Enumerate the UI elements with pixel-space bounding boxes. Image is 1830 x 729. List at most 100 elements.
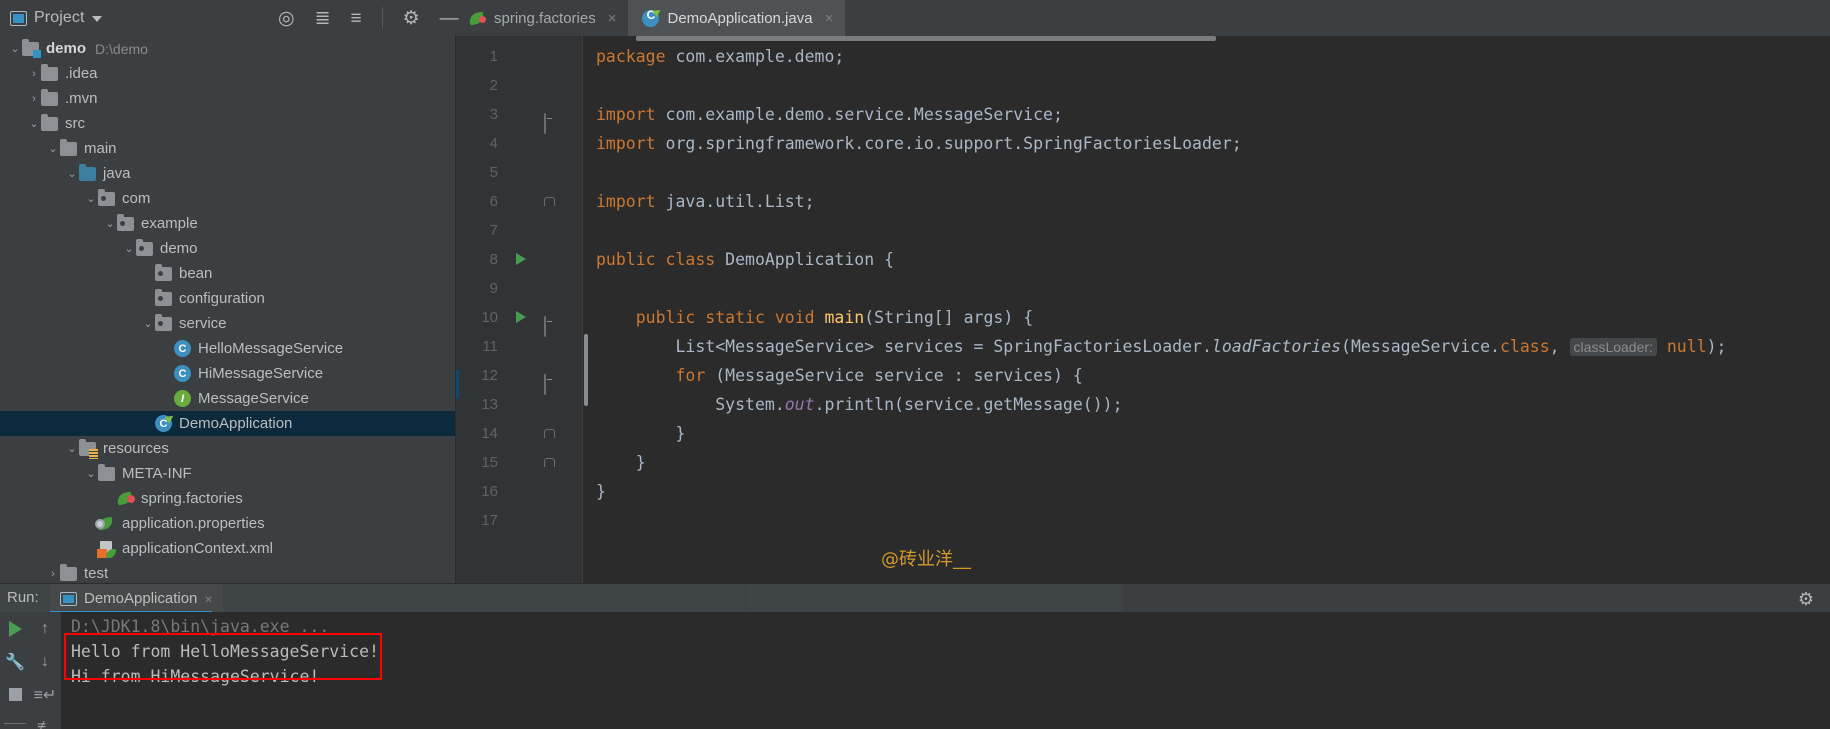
code-line[interactable]: 12 for (MessageService service : service…: [456, 361, 1830, 390]
editor-code-area[interactable]: 1package com.example.demo;23import com.e…: [456, 42, 1830, 583]
gear-icon[interactable]: ⚙: [1798, 589, 1814, 610]
close-icon[interactable]: ×: [204, 591, 212, 607]
stop-icon[interactable]: [0, 678, 30, 711]
fold-start-icon[interactable]: [544, 312, 556, 324]
tree-item-java[interactable]: ⌄java: [0, 161, 455, 186]
chevron-down-icon[interactable]: ⌄: [84, 467, 98, 480]
code-line[interactable]: 15 }: [456, 448, 1830, 477]
chevron-right-icon[interactable]: ›: [141, 293, 155, 305]
expand-all-icon[interactable]: ≣: [315, 9, 331, 28]
tree-item-application-properties[interactable]: ›application.properties: [0, 511, 455, 536]
run-label: Run:: [7, 589, 39, 606]
chevron-right-icon[interactable]: ›: [46, 568, 60, 580]
chevron-down-icon[interactable]: ⌄: [8, 42, 22, 55]
soft-wrap-icon[interactable]: ≡↵: [30, 678, 60, 711]
code-editor[interactable]: 1package com.example.demo;23import com.e…: [456, 36, 1830, 583]
tree-item-demo[interactable]: ⌄demoD:\demo: [0, 36, 455, 61]
chevron-right-icon[interactable]: ›: [160, 368, 174, 380]
editor-tab-spring-factories[interactable]: spring.factories ×: [455, 0, 628, 36]
spring-xml-icon: [98, 541, 115, 557]
tree-item-resources[interactable]: ⌄resources: [0, 436, 455, 461]
project-tree[interactable]: ⌄demoD:\demo›.idea›.mvn⌄src⌄main⌄java⌄co…: [0, 36, 455, 583]
chevron-down-icon[interactable]: ⌄: [84, 192, 98, 205]
gear-icon[interactable]: ⚙: [403, 9, 420, 28]
tree-item-bean[interactable]: ›bean: [0, 261, 455, 286]
code-line[interactable]: 7: [456, 216, 1830, 245]
code-line[interactable]: 16}: [456, 477, 1830, 506]
tree-item-src[interactable]: ⌄src: [0, 111, 455, 136]
tree-item-configuration[interactable]: ›configuration: [0, 286, 455, 311]
chevron-down-icon[interactable]: ⌄: [65, 167, 79, 180]
locate-icon[interactable]: ◎: [278, 9, 295, 28]
code-line[interactable]: 6import java.util.List;: [456, 187, 1830, 216]
rerun-icon[interactable]: [0, 612, 30, 645]
print-icon[interactable]: ≢: [30, 711, 60, 729]
tree-item-label: service: [179, 315, 227, 332]
run-tab-demoapplication[interactable]: DemoApplication ×: [50, 584, 223, 613]
run-gutter-icon[interactable]: [516, 253, 526, 265]
tree-item-hellomessageservice[interactable]: ›CHelloMessageService: [0, 336, 455, 361]
chevron-down-icon[interactable]: ⌄: [65, 442, 79, 455]
down-arrow-icon[interactable]: ↓: [30, 645, 60, 678]
tree-item-demo[interactable]: ⌄demo: [0, 236, 455, 261]
close-icon[interactable]: ×: [608, 10, 617, 27]
fold-end-icon[interactable]: [544, 197, 555, 206]
fold-end-icon[interactable]: [544, 429, 555, 438]
chevron-right-icon[interactable]: ›: [160, 393, 174, 405]
chevron-down-icon[interactable]: ⌄: [46, 142, 60, 155]
code-line[interactable]: 2: [456, 71, 1830, 100]
chevron-right-icon[interactable]: ›: [84, 543, 98, 555]
code-line[interactable]: 14 }: [456, 419, 1830, 448]
editor-tab-demoapplication[interactable]: DemoApplication.java ×: [628, 0, 845, 36]
code-line[interactable]: 3import com.example.demo.service.Message…: [456, 100, 1830, 129]
chevron-down-icon[interactable]: ⌄: [122, 242, 136, 255]
settings-wrench-icon[interactable]: 🔧: [0, 645, 30, 678]
chevron-down-icon[interactable]: ⌄: [103, 217, 117, 230]
fold-start-icon[interactable]: [544, 370, 556, 382]
code-line[interactable]: 5: [456, 158, 1830, 187]
tree-item--mvn[interactable]: ›.mvn: [0, 86, 455, 111]
line-number: 12: [456, 361, 498, 390]
up-arrow-icon[interactable]: ↑: [30, 612, 60, 645]
tree-item-meta-inf[interactable]: ⌄META-INF: [0, 461, 455, 486]
code-line[interactable]: 8public class DemoApplication {: [456, 245, 1830, 274]
close-icon[interactable]: ×: [825, 10, 834, 27]
chevron-right-icon[interactable]: ›: [27, 68, 41, 80]
spring-factories-icon: [469, 11, 486, 26]
chevron-down-icon[interactable]: ⌄: [27, 117, 41, 130]
chevron-down-icon[interactable]: [92, 16, 102, 22]
chevron-right-icon[interactable]: ›: [141, 268, 155, 280]
code-line[interactable]: 13 System.out.println(service.getMessage…: [456, 390, 1830, 419]
tree-item-himessageservice[interactable]: ›CHiMessageService: [0, 361, 455, 386]
tree-item-test[interactable]: ›test: [0, 561, 455, 583]
chevron-right-icon[interactable]: ›: [103, 493, 117, 505]
code-line[interactable]: 10 public static void main(String[] args…: [456, 303, 1830, 332]
code-line[interactable]: 17: [456, 506, 1830, 535]
editor-horizontal-scrollbar[interactable]: [636, 36, 1216, 41]
tree-item-main[interactable]: ⌄main: [0, 136, 455, 161]
fold-start-icon[interactable]: [544, 109, 556, 121]
tree-item-messageservice[interactable]: ›IMessageService: [0, 386, 455, 411]
run-gutter-icon[interactable]: [516, 311, 526, 323]
chevron-down-icon[interactable]: ⌄: [141, 317, 155, 330]
tree-item-spring-factories[interactable]: ›spring.factories: [0, 486, 455, 511]
chevron-right-icon[interactable]: ›: [160, 343, 174, 355]
tree-item-applicationcontext-xml[interactable]: ›applicationContext.xml: [0, 536, 455, 561]
fold-end-icon[interactable]: [544, 458, 555, 467]
collapse-all-icon[interactable]: ≡: [351, 9, 362, 28]
code-line[interactable]: 1package com.example.demo;: [456, 42, 1830, 71]
tree-item-demoapplication[interactable]: ›CDemoApplication: [0, 411, 455, 436]
tree-item-label: DemoApplication: [179, 415, 292, 432]
tree-item-service[interactable]: ⌄ service: [0, 311, 455, 336]
chevron-right-icon[interactable]: ›: [27, 93, 41, 105]
code-line[interactable]: 11 List<MessageService> services = Sprin…: [456, 332, 1830, 361]
top-bar: Project ◎ ≣ ≡ ⚙ — spring.factories × Dem…: [0, 0, 1830, 36]
code-line[interactable]: 9: [456, 274, 1830, 303]
code-line[interactable]: 4import org.springframework.core.io.supp…: [456, 129, 1830, 158]
tree-item-com[interactable]: ⌄com: [0, 186, 455, 211]
tree-item-example[interactable]: ⌄example: [0, 211, 455, 236]
idea-window: Project ◎ ≣ ≡ ⚙ — spring.factories × Dem…: [0, 0, 1830, 729]
chevron-right-icon[interactable]: ›: [141, 418, 155, 430]
code-text: System.out.println(service.getMessage())…: [596, 390, 1123, 419]
tree-item--idea[interactable]: ›.idea: [0, 61, 455, 86]
